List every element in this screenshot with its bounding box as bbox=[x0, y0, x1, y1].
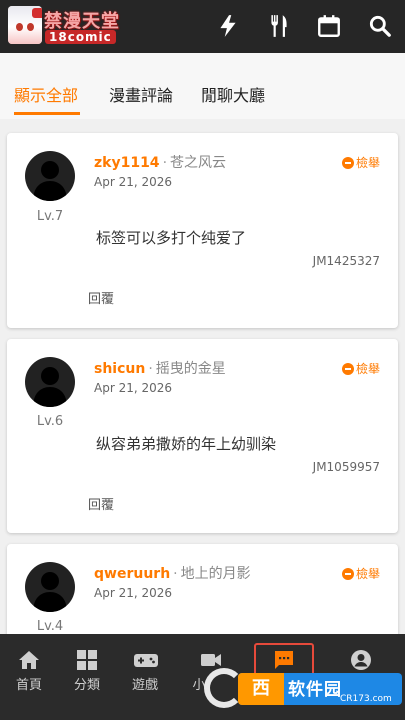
comment-content: 标签可以多打个纯爱了 bbox=[96, 229, 247, 247]
calendar-icon[interactable] bbox=[316, 13, 342, 39]
lightning-icon[interactable] bbox=[215, 13, 241, 39]
watermark-logo: 西 软件园 CR173.com bbox=[200, 668, 405, 712]
active-tab-indicator bbox=[14, 112, 80, 115]
separator-dot: · bbox=[162, 155, 168, 171]
logo-mascot bbox=[8, 6, 42, 44]
user-title: 地上的月影 bbox=[180, 566, 251, 582]
comic-id-link[interactable]: JM1425327 bbox=[313, 254, 380, 268]
nav-categories[interactable]: 分類 bbox=[58, 634, 116, 720]
nav-categories-label: 分類 bbox=[73, 678, 100, 693]
username[interactable]: qweruurh bbox=[94, 566, 170, 582]
report-button[interactable]: 檢舉 bbox=[341, 154, 380, 171]
home-icon bbox=[19, 651, 39, 669]
user-level: Lv.4 bbox=[36, 619, 64, 634]
comment-date: Apr 21, 2026 bbox=[94, 175, 173, 189]
comment-content: 纵容弟弟撒娇的年上幼驯染 bbox=[96, 435, 277, 453]
user-silhouette-icon bbox=[33, 572, 67, 612]
report-label: 檢舉 bbox=[355, 156, 380, 170]
grid-icon bbox=[77, 650, 97, 670]
tab-chat-lobby[interactable]: 閒聊大廳 bbox=[201, 82, 265, 106]
minus-circle-icon bbox=[341, 567, 354, 580]
tab-show-all[interactable]: 顯示全部 bbox=[14, 82, 78, 106]
user-silhouette-icon bbox=[33, 161, 67, 201]
comment-card: Lv.7 zky1114 · 苍之风云 Apr 21, 2026 檢舉 标签可以多打… bbox=[7, 133, 398, 328]
username-line: shicun · 摇曳的金星 bbox=[94, 358, 226, 378]
tab-comic-reviews[interactable]: 漫畫評論 bbox=[109, 82, 173, 106]
nav-home-label: 首頁 bbox=[15, 678, 42, 693]
tab-bar: 顯示全部 漫畫評論 閒聊大廳 bbox=[0, 53, 405, 119]
app-header: 禁漫天堂 18comic bbox=[0, 0, 405, 53]
username[interactable]: zky1114 bbox=[94, 155, 160, 171]
user-silhouette-icon bbox=[33, 367, 67, 407]
separator-dot: · bbox=[173, 566, 178, 582]
watermark-badge: 西 bbox=[238, 673, 284, 705]
user-level: Lv.7 bbox=[36, 209, 64, 224]
username-line: qweruurh · 地上的月影 bbox=[94, 563, 251, 583]
nav-home[interactable]: 首頁 bbox=[0, 634, 58, 720]
username[interactable]: shicun bbox=[94, 361, 145, 377]
user-title: 摇曳的金星 bbox=[155, 361, 226, 377]
search-icon[interactable] bbox=[367, 13, 393, 39]
user-title: 苍之风云 bbox=[170, 155, 227, 171]
avatar[interactable] bbox=[25, 357, 75, 407]
watermark-text: 软件园 bbox=[288, 680, 342, 700]
gamepad-icon bbox=[134, 654, 158, 667]
reply-button[interactable]: 回覆 bbox=[88, 494, 114, 513]
comment-date: Apr 21, 2026 bbox=[94, 586, 173, 600]
report-label: 檢舉 bbox=[355, 362, 380, 376]
comment-card: Lv.6 shicun · 摇曳的金星 Apr 21, 2026 檢舉 纵容弟弟撒娇… bbox=[7, 339, 398, 533]
minus-circle-icon bbox=[341, 362, 354, 375]
avatar[interactable] bbox=[25, 151, 75, 201]
user-level: Lv.6 bbox=[36, 414, 64, 429]
avatar[interactable] bbox=[25, 562, 75, 612]
report-label: 檢舉 bbox=[355, 567, 380, 581]
comic-id-link[interactable]: JM1059957 bbox=[313, 460, 380, 474]
app-logo[interactable]: 禁漫天堂 18comic bbox=[8, 6, 125, 46]
report-button[interactable]: 檢舉 bbox=[341, 565, 380, 582]
fork-knife-icon[interactable] bbox=[266, 13, 292, 39]
reply-button[interactable]: 回覆 bbox=[88, 288, 114, 307]
separator-dot: · bbox=[148, 361, 153, 377]
minus-circle-icon bbox=[341, 156, 354, 169]
nav-games-label: 遊戲 bbox=[131, 678, 158, 693]
report-button[interactable]: 檢舉 bbox=[341, 360, 380, 377]
nav-games[interactable]: 遊戲 bbox=[116, 634, 174, 720]
logo-subtitle: 18comic bbox=[45, 30, 116, 44]
comment-date: Apr 21, 2026 bbox=[94, 381, 173, 395]
watermark-url: CR173.com bbox=[340, 694, 392, 704]
username-line: zky1114 · 苍之风云 bbox=[94, 152, 226, 172]
